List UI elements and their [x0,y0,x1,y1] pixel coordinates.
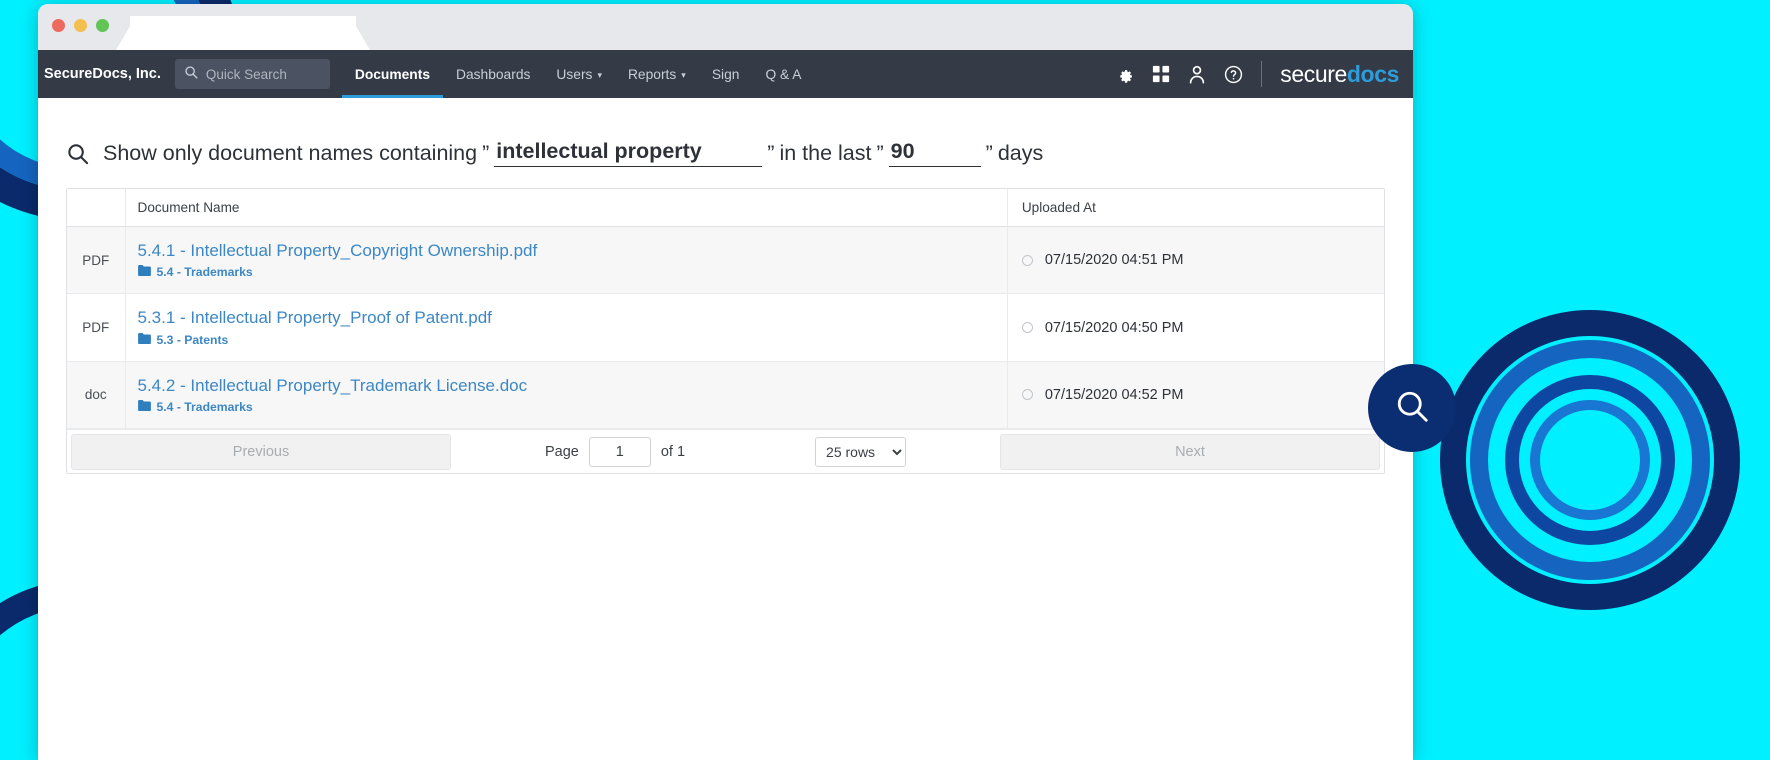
document-name-cell: 5.4.1 - Intellectual Property_Copyright … [125,226,1008,295]
document-name-cell: 5.3.1 - Intellectual Property_Proof of P… [125,293,1008,362]
folder-icon [137,400,151,414]
folder-breadcrumb[interactable]: 5.3 - Patents [137,332,1007,347]
documents-table: Document Name Uploaded At PDF 5.4.1 - In… [66,188,1385,475]
filter-prefix-label: Show only document names containing [103,140,478,165]
nav-label: Sign [711,66,740,82]
table-header-row: Document Name Uploaded At [67,189,1384,227]
previous-page-button[interactable]: Previous [71,433,451,470]
col-header-uploaded-at[interactable]: Uploaded At [1007,189,1384,227]
folder-name: 5.4 - Trademarks [156,400,253,415]
nav-item-reports[interactable]: Reports ▾ [615,50,699,98]
quote-close-2: ” [985,140,993,165]
nav-item-users[interactable]: Users ▾ [543,50,615,98]
folder-name: 5.3 - Patents [156,332,229,347]
main-content: Show only document names containing ” ” … [38,98,1413,475]
next-page-button[interactable]: Next [1000,433,1380,470]
window-titlebar [38,4,1413,50]
document-name-cell: 5.4.2 - Intellectual Property_Trademark … [125,361,1008,430]
minimize-window-button[interactable] [74,19,87,32]
rows-per-page-select[interactable]: 10 rows25 rows50 rows100 rows [815,436,907,467]
nav-item-documents[interactable]: Documents [342,50,443,98]
nav-item-qa[interactable]: Q & A [752,50,814,98]
nav-item-sign[interactable]: Sign [699,50,753,98]
col-header-document-name[interactable]: Document Name [125,189,1008,227]
uploaded-at-cell: 07/15/2020 04:52 PM [1007,361,1384,430]
gear-icon[interactable] [1115,65,1134,84]
chevron-down-icon: ▾ [597,69,602,80]
table-row[interactable]: doc 5.4.2 - Intellectual Property_Tradem… [67,361,1384,430]
filter-suffix-label: days [997,140,1044,165]
nav-label: Dashboards [456,66,531,82]
uploaded-at-value: 07/15/2020 04:51 PM [1044,252,1184,269]
filter-sentence: Show only document names containing ” ” … [66,132,1385,174]
traffic-lights [52,19,109,32]
page-label: Page [544,443,579,460]
navbar-right: securedocs [1115,61,1413,88]
decorative-ring [1530,400,1650,520]
quote-close-1: ” [767,140,775,165]
status-circle-icon [1021,389,1033,401]
folder-icon [137,332,151,347]
search-icon [184,65,198,84]
grid-icon[interactable] [1152,65,1170,83]
uploaded-at-cell: 07/15/2020 04:50 PM [1007,293,1384,362]
uploaded-at-cell: 07/15/2020 04:51 PM [1007,226,1384,295]
nav-item-dashboards[interactable]: Dashboards [443,50,543,98]
quote-open-2: ” [876,140,884,165]
person-icon[interactable] [1188,65,1206,84]
page-number-input[interactable] [588,436,651,467]
nav-label: Q & A [765,66,802,82]
file-type-label: PDF [67,293,126,362]
navbar-divider [1261,61,1263,87]
document-link[interactable]: 5.3.1 - Intellectual Property_Proof of P… [138,308,1007,328]
file-type-label: doc [67,361,126,430]
document-link[interactable]: 5.4.2 - Intellectual Property_Trademark … [138,376,1007,396]
logo-text-secure: secure [1280,60,1347,87]
document-link[interactable]: 5.4.1 - Intellectual Property_Copyright … [138,241,1007,261]
days-filter-input[interactable] [888,139,981,167]
quote-open-1: ” [482,140,490,165]
app-navbar: SecureDocs, Inc. Quick Search Documents … [38,50,1413,98]
folder-name: 5.4 - Trademarks [156,265,253,280]
search-icon [1394,388,1430,429]
chevron-down-icon: ▾ [681,69,686,80]
pagination-bar: Previous Page of 1 10 rows25 rows50 rows… [67,429,1384,474]
folder-icon [137,265,151,279]
uploaded-at-value: 07/15/2020 04:52 PM [1044,386,1184,403]
folder-breadcrumb[interactable]: 5.4 - Trademarks [137,265,1007,280]
quick-search-box[interactable]: Quick Search [174,59,330,89]
pagination-middle: Page of 1 10 rows25 rows50 rows100 rows [455,436,996,467]
file-type-label: PDF [67,226,126,295]
uploaded-at-value: 07/15/2020 04:50 PM [1044,319,1184,336]
browser-tab[interactable] [130,16,356,50]
document-name-filter-input[interactable] [494,139,763,167]
help-icon[interactable] [1224,65,1243,84]
status-circle-icon [1021,254,1033,266]
table-row[interactable]: PDF 5.3.1 - Intellectual Property_Proof … [67,293,1384,362]
logo-text-docs: docs [1346,60,1399,87]
close-window-button[interactable] [52,19,65,32]
filter-middle-label: in the last [779,140,872,165]
nav-links: Documents Dashboards Users ▾ Reports ▾ S… [342,50,815,98]
nav-label: Users [556,66,593,82]
search-icon [66,142,89,165]
brand-name: SecureDocs, Inc. [44,66,161,82]
securedocs-logo: securedocs [1280,61,1399,88]
browser-window: SecureDocs, Inc. Quick Search Documents … [38,4,1413,760]
status-circle-icon [1021,322,1033,334]
table-row[interactable]: PDF 5.4.1 - Intellectual Property_Copyri… [67,226,1384,295]
col-header-type [67,189,126,227]
folder-breadcrumb[interactable]: 5.4 - Trademarks [137,400,1007,415]
floating-search-button[interactable] [1368,364,1456,452]
nav-label: Reports [627,66,677,82]
quick-search-placeholder: Quick Search [205,66,287,82]
nav-label: Documents [354,66,430,82]
zoom-window-button[interactable] [96,19,109,32]
total-pages-label: of 1 [660,443,686,460]
